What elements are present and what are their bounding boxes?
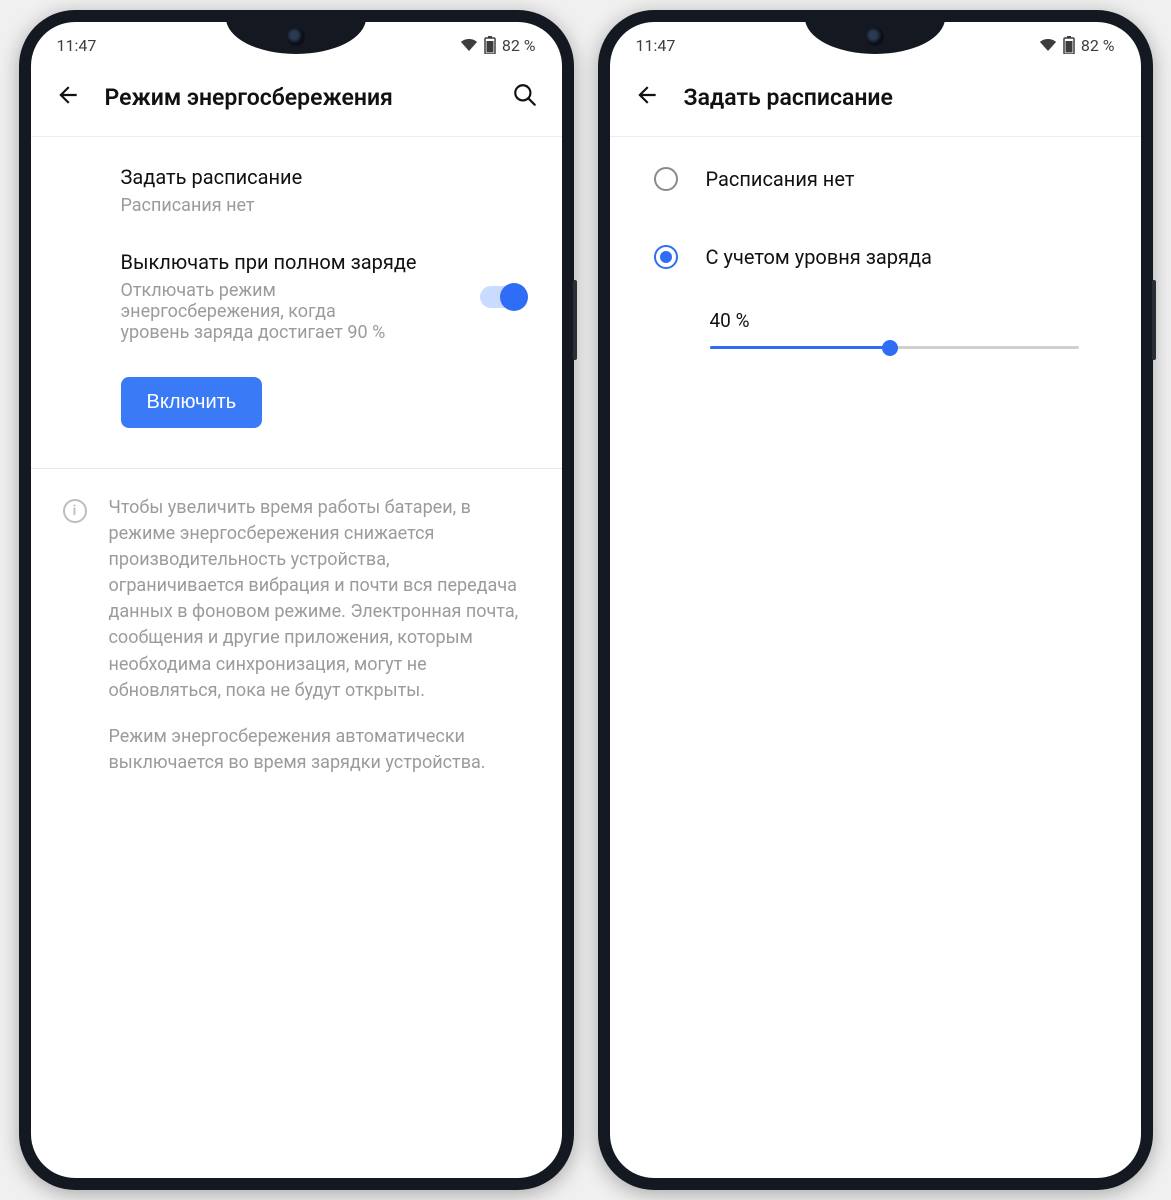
info-icon: i bbox=[63, 499, 87, 523]
power-button[interactable] bbox=[1152, 280, 1156, 360]
screen-2: 11:47 82 % Задать расписание Расписания … bbox=[610, 22, 1141, 1178]
status-battery-pct: 82 % bbox=[502, 36, 536, 55]
info-paragraph-2: Режим энергосбережения автоматически вык… bbox=[109, 724, 522, 776]
status-time: 11:47 bbox=[636, 36, 676, 55]
info-block: i Чтобы увеличить время работы батареи, … bbox=[31, 469, 562, 796]
wifi-icon bbox=[1039, 38, 1057, 52]
power-button[interactable] bbox=[573, 280, 577, 360]
full-charge-title: Выключать при полном заряде bbox=[121, 250, 464, 274]
info-paragraph-1: Чтобы увеличить время работы батареи, в … bbox=[109, 495, 522, 704]
slider-thumb[interactable] bbox=[882, 340, 898, 356]
slider-label: 40 % bbox=[710, 309, 1079, 332]
page-title: Задать расписание bbox=[684, 84, 1117, 111]
page-title: Режим энергосбережения bbox=[105, 84, 488, 111]
search-button[interactable] bbox=[512, 82, 538, 112]
radio-label: С учетом уровня заряда bbox=[706, 245, 932, 269]
front-camera bbox=[287, 28, 305, 46]
app-bar: Режим энергосбережения bbox=[31, 62, 562, 137]
phone-frame-1: 11:47 82 % Режим энергосбережения bbox=[19, 10, 574, 1190]
phone-frame-2: 11:47 82 % Задать расписание Расписания … bbox=[598, 10, 1153, 1190]
schedule-setting[interactable]: Задать расписание Расписания нет bbox=[31, 137, 562, 222]
radio-label: Расписания нет bbox=[706, 167, 855, 191]
radio-dot bbox=[660, 251, 672, 263]
schedule-title: Задать расписание bbox=[121, 165, 526, 189]
enable-button[interactable]: Включить bbox=[121, 377, 263, 428]
full-charge-toggle[interactable] bbox=[480, 286, 526, 308]
battery-icon bbox=[484, 36, 496, 54]
charge-level-slider-area: 40 % bbox=[610, 273, 1141, 349]
full-charge-sub: Отключать режим энергосбережения, когда … bbox=[121, 280, 401, 343]
screen-1: 11:47 82 % Режим энергосбережения bbox=[31, 22, 562, 1178]
charge-level-slider[interactable] bbox=[710, 346, 1079, 349]
status-time: 11:47 bbox=[57, 36, 97, 55]
full-charge-setting: Выключать при полном заряде Отключать ре… bbox=[31, 222, 562, 349]
radio-option-by-level[interactable]: С учетом уровня заряда bbox=[610, 195, 1141, 273]
back-button[interactable] bbox=[634, 82, 660, 112]
front-camera bbox=[866, 28, 884, 46]
radio-option-none[interactable]: Расписания нет bbox=[610, 137, 1141, 195]
app-bar: Задать расписание bbox=[610, 62, 1141, 137]
toggle-knob bbox=[500, 283, 528, 311]
radio-selected-icon bbox=[654, 245, 678, 269]
wifi-icon bbox=[460, 38, 478, 52]
status-battery-pct: 82 % bbox=[1081, 36, 1115, 55]
battery-icon bbox=[1063, 36, 1075, 54]
slider-fill bbox=[710, 346, 891, 349]
schedule-sub: Расписания нет bbox=[121, 195, 526, 216]
radio-unselected-icon bbox=[654, 167, 678, 191]
back-button[interactable] bbox=[55, 82, 81, 112]
